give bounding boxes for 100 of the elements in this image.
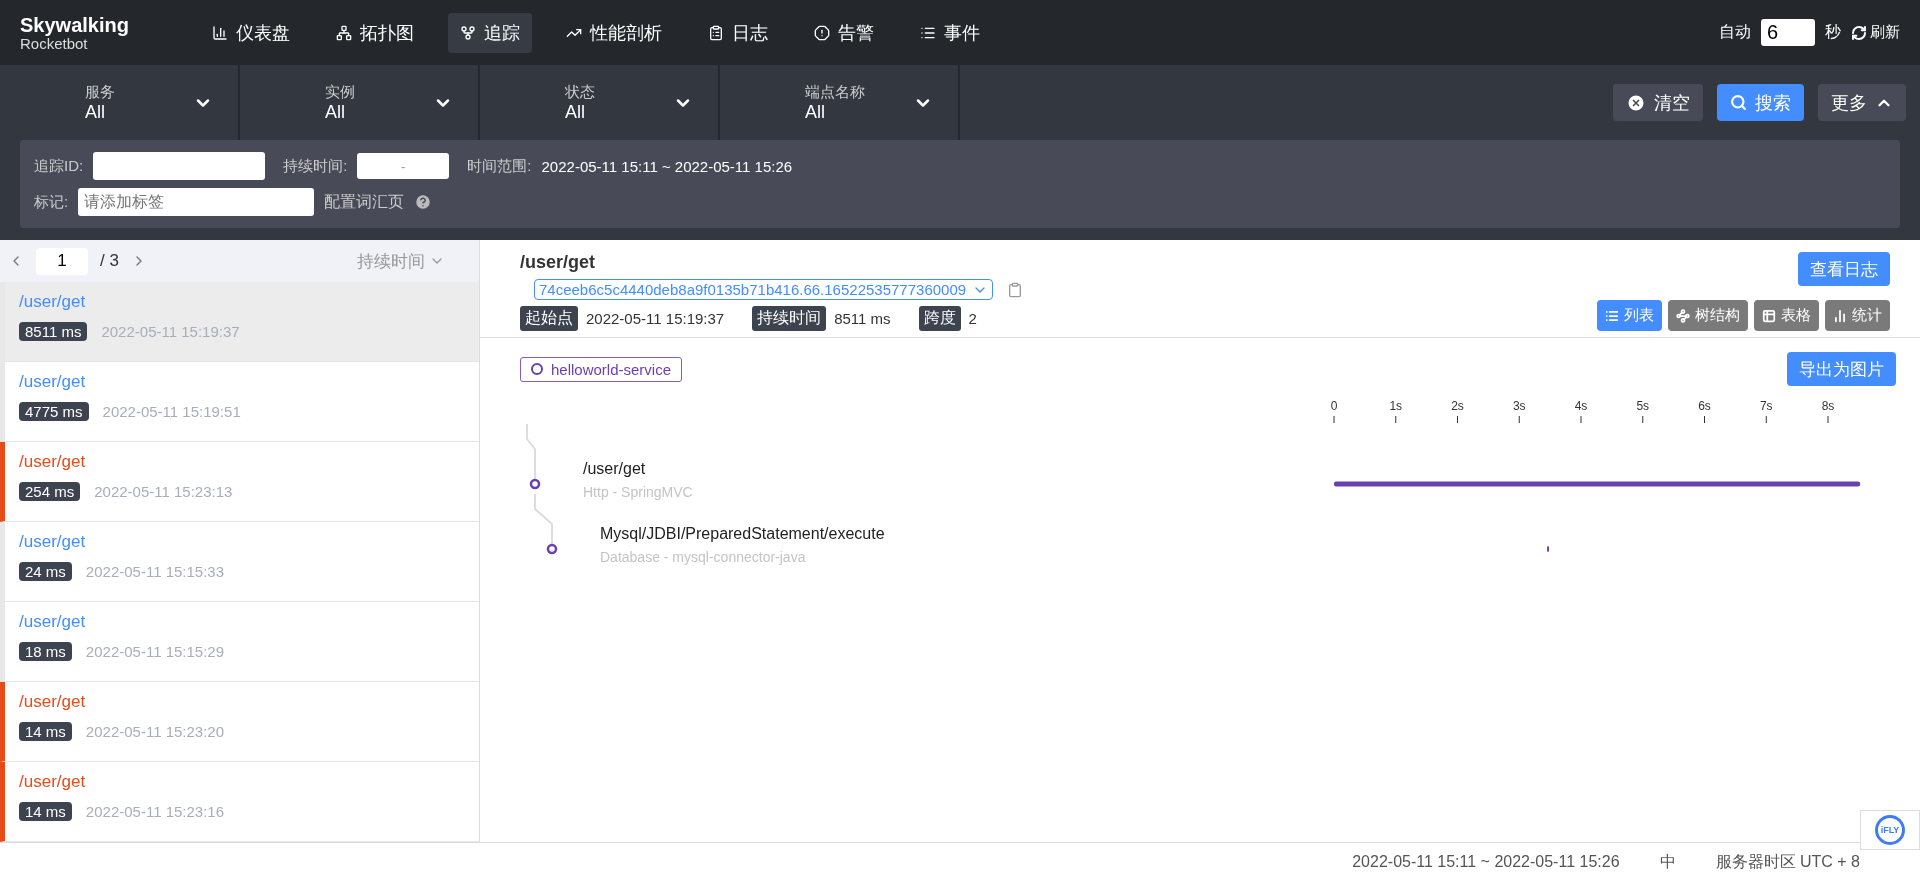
filter-value: All: [805, 101, 826, 123]
nav-tab[interactable]: 追踪: [448, 12, 532, 53]
span-component: Database - mysql-connector-java: [600, 549, 806, 565]
trace-endpoint: /user/get: [19, 692, 87, 712]
trace-item[interactable]: /user/get 8511 ms 2022-05-11 15:19:37: [0, 282, 479, 362]
trace-item[interactable]: /user/get 14 ms 2022-05-11 15:23:20: [0, 682, 479, 762]
help-icon: [414, 193, 433, 211]
trace-item[interactable]: /user/get 4775 ms 2022-05-11 15:19:51: [0, 362, 479, 442]
status-time-range: 2022-05-11 15:11 ~ 2022-05-11 15:26: [1352, 853, 1620, 871]
trace-endpoint: /user/get: [19, 372, 87, 392]
clipboard-icon[interactable]: [1007, 281, 1024, 298]
nav-tab[interactable]: 事件: [908, 12, 992, 53]
alert-icon: [814, 24, 830, 41]
filter-label: 端点名称: [805, 82, 865, 102]
trace-item[interactable]: /user/get 254 ms 2022-05-11 15:23:13: [0, 442, 479, 522]
meta-value: 2: [968, 310, 977, 327]
close-icon: [1626, 92, 1646, 113]
trace-item[interactable]: /user/get 14 ms 2022-05-11 15:23:16: [0, 762, 479, 842]
trace-item[interactable]: /user/get 18 ms 2022-05-11 15:15:29: [0, 602, 479, 682]
duration-badge: 4775 ms: [19, 402, 89, 421]
page-field[interactable]: 1: [36, 247, 88, 275]
trace-time: 2022-05-11 15:23:13: [94, 483, 233, 500]
view-toggle[interactable]: 树结构: [1668, 300, 1748, 331]
trace-id-field[interactable]: [93, 152, 266, 180]
view-toggle[interactable]: 表格: [1754, 300, 1819, 331]
filter-value: All: [85, 101, 106, 123]
clear-button[interactable]: 清空: [1613, 84, 1703, 121]
span-component: Http - SpringMVC: [583, 484, 693, 500]
duration-badge: 24 ms: [19, 562, 72, 581]
tree-connector-drawing: [526, 423, 541, 490]
meta-label: 起始点: [520, 306, 578, 331]
ime-widget[interactable]: iFLY: [1860, 810, 1920, 850]
logo-title: Skywalking: [20, 13, 130, 36]
timezone-text: 服务器时区 UTC + 8: [1715, 851, 1860, 872]
span-bar: [1547, 546, 1550, 552]
interval-field[interactable]: 6: [1761, 19, 1815, 46]
ime-logo: iFLY: [1875, 815, 1905, 845]
table-icon: [1762, 308, 1776, 323]
nav-tab[interactable]: 性能剖析: [554, 12, 674, 53]
nav-tab[interactable]: 日志: [696, 12, 780, 53]
trace-time: 2022-05-11 15:19:37: [101, 323, 240, 340]
tree-connector-drawing: [534, 493, 558, 555]
axis-tick-label: 2s: [1451, 399, 1464, 413]
chart-icon: [212, 24, 228, 41]
axis-tick-label: 6s: [1698, 399, 1711, 413]
service-tag: helloworld-service: [520, 356, 683, 382]
field-label: 标记:: [34, 192, 69, 212]
trace-time: 2022-05-11 15:15:29: [85, 643, 225, 660]
refresh-icon: [1851, 24, 1867, 41]
filter-label: 状态: [565, 82, 595, 102]
trace-time: 2022-05-11 15:19:51: [102, 403, 241, 420]
meta-label: 持续时间: [752, 306, 827, 331]
search-icon: [1730, 94, 1747, 111]
trace-time: 2022-05-11 15:23:20: [85, 723, 225, 740]
field-label: 时间范围:: [467, 156, 532, 176]
vocabulary-link[interactable]: 配置词汇页: [324, 191, 405, 213]
meta-value: 8511 ms: [834, 310, 891, 327]
duration-badge: 14 ms: [19, 722, 72, 741]
more-button[interactable]: 更多: [1818, 84, 1906, 121]
filter-value: All: [325, 101, 346, 123]
tree-icon: [1676, 308, 1690, 323]
trace-time: 2022-05-11 15:23:16: [85, 803, 225, 820]
axis-tick-label: 1s: [1389, 399, 1403, 413]
axis-tick-label: 0: [1330, 399, 1338, 413]
nav-tab[interactable]: 拓扑图: [324, 12, 426, 53]
refresh-button[interactable]: 刷新: [1851, 23, 1900, 42]
axis-tick-label: 5s: [1636, 399, 1650, 413]
trace-endpoint: /user/get: [19, 612, 87, 632]
view-toggle[interactable]: 统计: [1825, 300, 1890, 331]
trace-endpoint: /user/get: [19, 532, 87, 552]
axis-tick-label: 8s: [1821, 399, 1835, 413]
meta-value: 2022-05-11 15:19:37: [586, 310, 725, 327]
trace-title: /user/get: [520, 252, 597, 273]
axis-tick-label: 7s: [1759, 399, 1773, 413]
axis-tick-label: 3s: [1512, 399, 1526, 413]
nav-tab[interactable]: 告警: [802, 12, 886, 53]
tag-field[interactable]: 请添加标签: [78, 188, 315, 216]
filter-label: 服务: [85, 82, 115, 102]
filter-value: All: [565, 101, 586, 123]
duration-badge: 8511 ms: [19, 322, 88, 341]
meta-label: 跨度: [918, 306, 961, 331]
list-icon: [1605, 308, 1619, 323]
branch-icon: [460, 24, 476, 41]
trace-item[interactable]: /user/get 24 ms 2022-05-11 15:15:33: [0, 522, 479, 602]
clipboard-icon: [708, 24, 724, 41]
span-name: /user/get: [583, 460, 646, 477]
logo-subtitle: Rocketbot: [20, 35, 88, 52]
page-total: / 3: [100, 251, 119, 271]
duration-badge: 254 ms: [19, 482, 81, 501]
unit-label: 秒: [1825, 22, 1841, 42]
filter-label: 实例: [325, 82, 355, 102]
topology-icon: [336, 24, 352, 41]
duration-badge: 14 ms: [19, 802, 72, 821]
field-label: 持续时间:: [283, 156, 348, 176]
span-name: Mysql/JDBI/PreparedStatement/execute: [600, 525, 885, 542]
language-toggle[interactable]: 中: [1659, 851, 1676, 873]
trace-endpoint: /user/get: [19, 772, 87, 792]
trace-time: 2022-05-11 15:15:33: [85, 563, 225, 580]
nav-tab[interactable]: 仪表盘: [200, 12, 302, 53]
auto-refresh-label: 自动: [1719, 22, 1751, 42]
